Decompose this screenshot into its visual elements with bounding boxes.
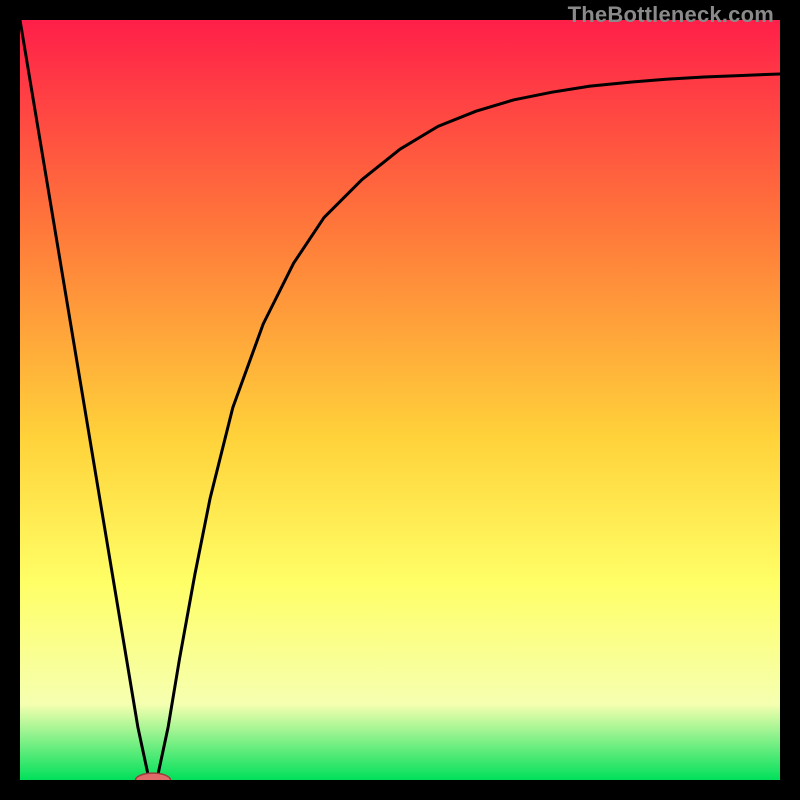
watermark-text: TheBottleneck.com: [568, 2, 774, 28]
bottleneck-chart: [20, 20, 780, 780]
gradient-background: [20, 20, 780, 780]
chart-frame: [20, 20, 780, 780]
